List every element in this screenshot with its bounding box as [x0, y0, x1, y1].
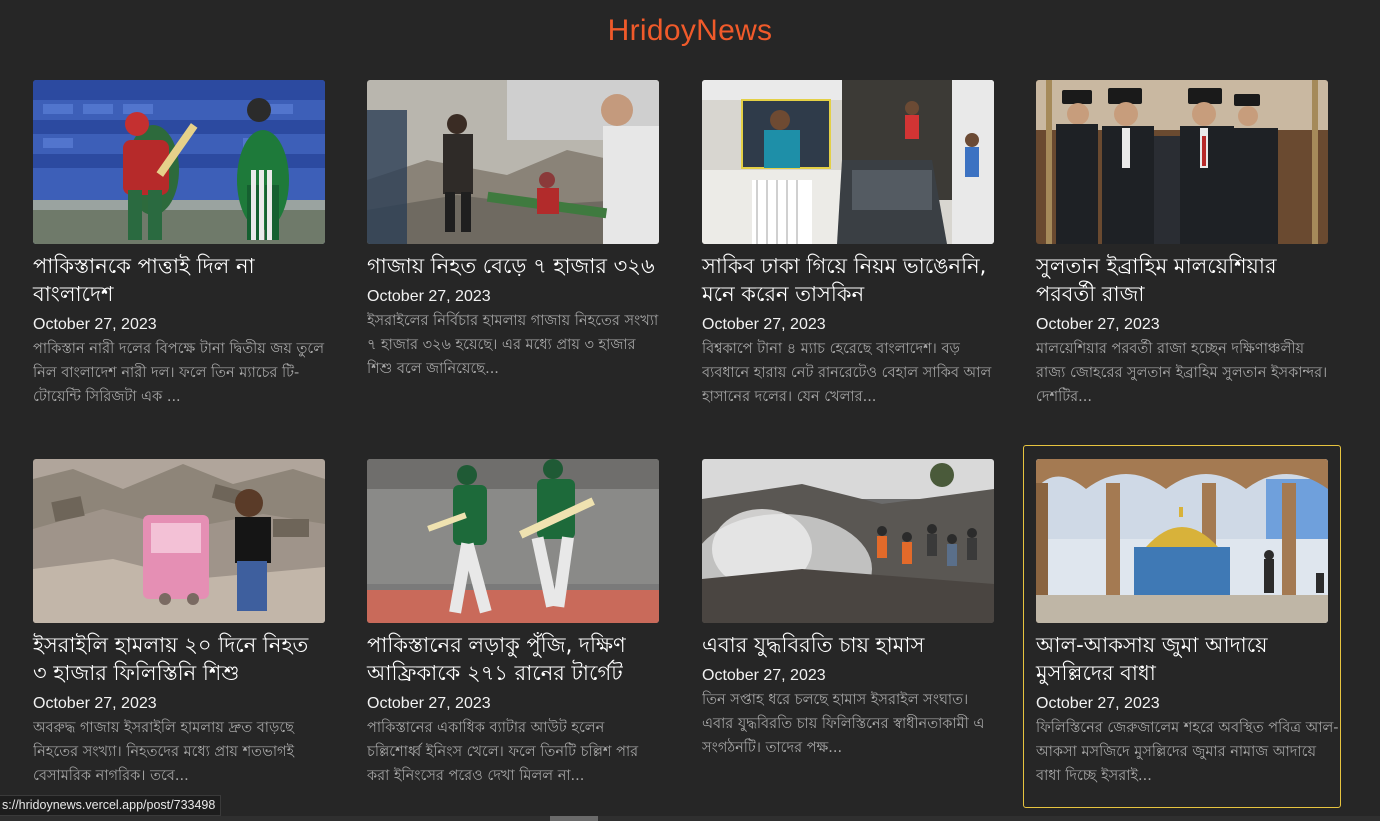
news-thumbnail-sultan[interactable] [1036, 80, 1328, 244]
news-excerpt: ইসরাইলের নির্বিচার হামলায় গাজায় নিহতের… [367, 313, 659, 377]
news-title[interactable]: সাকিব ঢাকা গিয়ে নিয়ম ভাঙেননি, মনে করেন… [702, 252, 994, 308]
news-card[interactable]: সাকিব ঢাকা গিয়ে নিয়ম ভাঙেননি, মনে করেন… [702, 80, 994, 409]
news-thumbnail-pakistan-batting[interactable] [367, 459, 659, 623]
news-title[interactable]: পাকিস্তানের লড়াকু পুঁজি, দক্ষিণ আফ্রিকা… [367, 631, 659, 687]
news-title[interactable]: ইসরাইলি হামলায় ২০ দিনে নিহত ৩ হাজার ফিল… [33, 631, 325, 687]
news-thumbnail-al-aqsa[interactable] [1036, 459, 1328, 623]
news-excerpt: পাকিস্তানের একাধিক ব্যাটার আউট হলেন চল্ল… [367, 720, 639, 784]
news-date: October 27, 2023 [1036, 316, 1160, 333]
news-card[interactable]: পাকিস্তানের লড়াকু পুঁজি, দক্ষিণ আফ্রিকা… [367, 459, 659, 788]
news-thumbnail-cricket-women[interactable] [33, 80, 325, 244]
news-grid: পাকিস্তানকে পাত্তাই দিল না বাংলাদেশ Octo… [0, 0, 1380, 821]
scrollbar-thumb[interactable] [550, 816, 598, 821]
status-bar-url: s://hridoynews.vercel.app/post/733498 [0, 795, 222, 816]
news-date: October 27, 2023 [33, 695, 157, 712]
news-excerpt: পাকিস্তান নারী দলের বিপক্ষে টানা দ্বিতীয… [33, 341, 325, 405]
news-title[interactable]: সুলতান ইব্রাহিম মালয়েশিয়ার পরবর্তী রাজ… [1036, 252, 1328, 308]
news-date: October 27, 2023 [1036, 695, 1160, 712]
news-date: October 27, 2023 [367, 288, 491, 305]
news-title[interactable]: আল-আকসায় জুমা আদায়ে মুসল্লিদের বাধা [1036, 631, 1340, 687]
news-date: October 27, 2023 [367, 695, 491, 712]
horizontal-scrollbar[interactable] [0, 816, 1380, 821]
news-date: October 27, 2023 [33, 316, 157, 333]
news-card[interactable]: সুলতান ইব্রাহিম মালয়েশিয়ার পরবর্তী রাজ… [1036, 80, 1328, 409]
news-thumbnail-gaza-rubble[interactable] [367, 80, 659, 244]
news-thumbnail-gaza-child[interactable] [33, 459, 325, 623]
news-title[interactable]: গাজায় নিহত বেড়ে ৭ হাজার ৩২৬ [367, 252, 659, 280]
news-card[interactable]: এবার যুদ্ধবিরতি চায় হামাস October 27, 2… [702, 459, 994, 760]
news-date: October 27, 2023 [702, 667, 826, 684]
news-excerpt: মালয়েশিয়ার পরবর্তী রাজা হচ্ছেন দক্ষিণা… [1036, 341, 1328, 405]
news-card-highlighted[interactable]: আল-আকসায় জুমা আদায়ে মুসল্লিদের বাধা Oc… [1023, 445, 1341, 808]
news-title[interactable]: এবার যুদ্ধবিরতি চায় হামাস [702, 631, 994, 659]
news-card[interactable]: পাকিস্তানকে পাত্তাই দিল না বাংলাদেশ Octo… [33, 80, 325, 409]
news-title[interactable]: পাকিস্তানকে পাত্তাই দিল না বাংলাদেশ [33, 252, 325, 308]
news-thumbnail-hamas-ceasefire[interactable] [702, 459, 994, 623]
news-excerpt: অবরুদ্ধ গাজায় ইসরাইলি হামলায় দ্রুত বাড… [33, 720, 295, 784]
news-date: October 27, 2023 [702, 316, 826, 333]
news-excerpt: বিশ্বকাপে টানা ৪ ম্যাচ হেরেছে বাংলাদেশ। … [702, 341, 992, 405]
news-excerpt: তিন সপ্তাহ ধরে চলছে হামাস ইসরাইল সংঘাত। … [702, 692, 985, 756]
news-card[interactable]: গাজায় নিহত বেড়ে ৭ হাজার ৩২৬ October 27… [367, 80, 659, 381]
news-excerpt: ফিলিস্তিনের জেরুজালেম শহরে অবস্থিত পবিত্… [1036, 720, 1339, 784]
news-card[interactable]: ইসরাইলি হামলায় ২০ দিনে নিহত ৩ হাজার ফিল… [33, 459, 325, 788]
news-thumbnail-shakib-car[interactable] [702, 80, 994, 244]
